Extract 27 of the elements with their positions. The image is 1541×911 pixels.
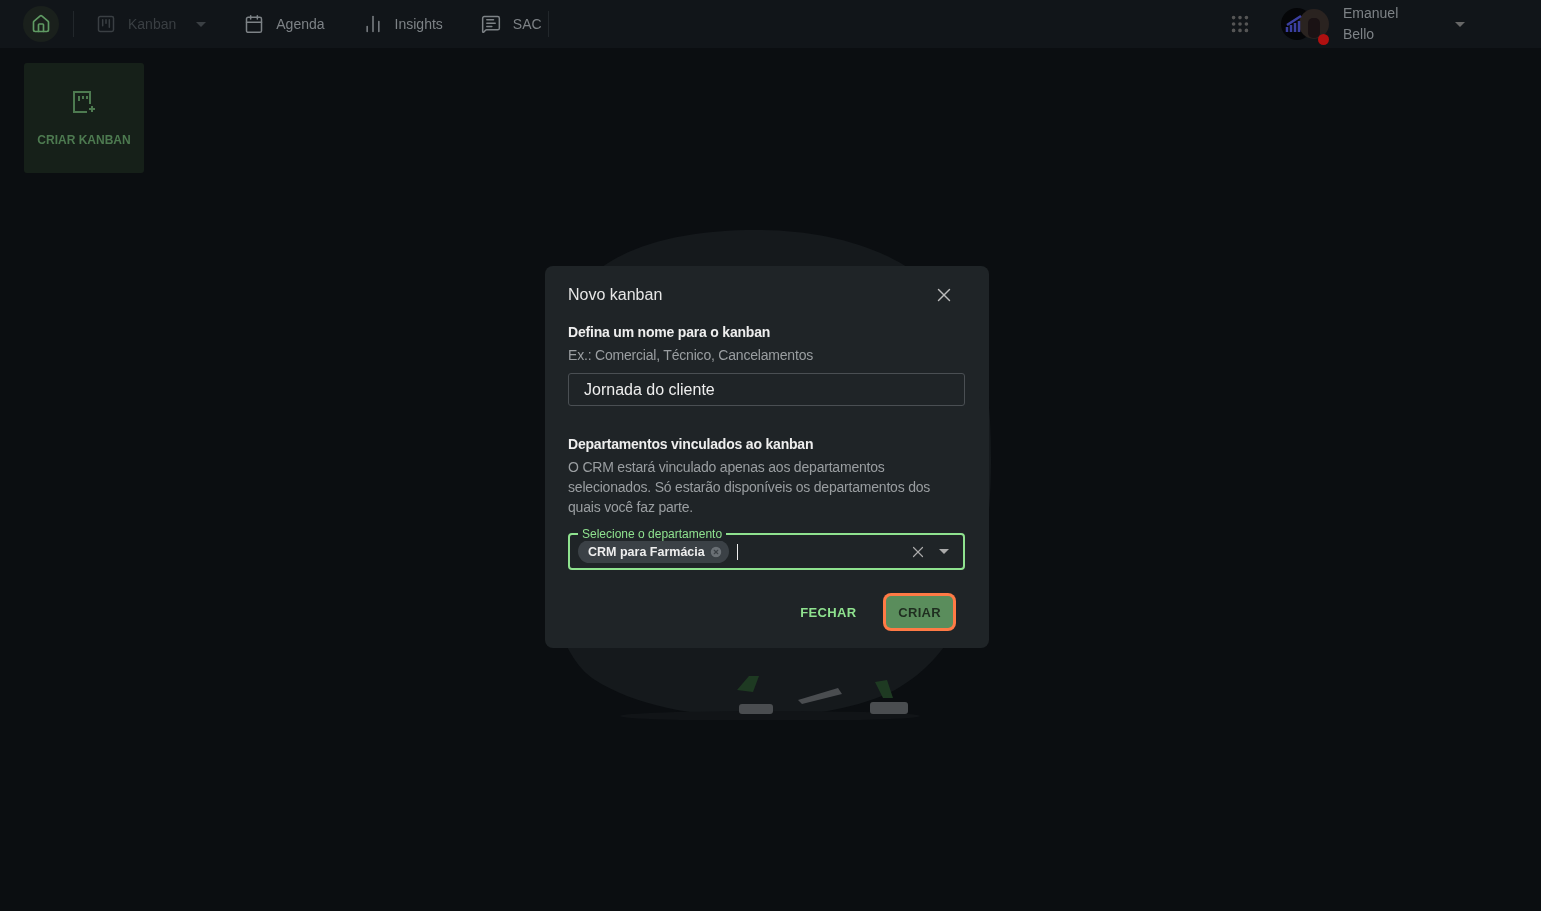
field-hint: Ex.: Comercial, Técnico, Cancelamentos — [568, 346, 815, 365]
close-text-button[interactable]: FECHAR — [788, 596, 869, 628]
nav-link[interactable]: Insights — [354, 6, 451, 42]
user-name[interactable]: Emanuel Bello — [1343, 3, 1433, 45]
avatar[interactable] — [1281, 8, 1329, 40]
department-chip[interactable]: CRM para Farmácia — [578, 540, 729, 563]
create-kanban-button[interactable]: CRIAR KANBAN — [24, 63, 144, 173]
home-button[interactable] — [23, 6, 59, 42]
field-description: O CRM estará vinculado apenas aos departamentos selecionados. Só estarão disponíveis os departamentos dos quais você faz parte. — [568, 458, 932, 517]
status-dot — [1318, 34, 1329, 45]
kanban-plus-icon — [71, 89, 97, 115]
select-label: Selecione o departamento — [578, 527, 727, 541]
name-input-field[interactable]: Jornada do cliente — [568, 373, 965, 406]
message-icon — [480, 14, 501, 34]
calendar-icon — [244, 14, 265, 34]
field-label: Defina um nome para o kanban — [568, 324, 772, 340]
apps-grid-icon[interactable] — [1229, 13, 1251, 35]
nav-link[interactable]: SAC — [472, 6, 550, 42]
caret-icon[interactable] — [1455, 21, 1465, 27]
text-cursor — [736, 543, 738, 560]
field-label: Departamentos vinculados ao kanban — [568, 436, 815, 452]
dialog-title: Novo kanban — [568, 286, 663, 304]
create-button[interactable]: CRIAR — [886, 596, 953, 628]
home-icon — [31, 14, 51, 34]
nav-link[interactable]: Agenda — [236, 6, 333, 42]
caret-icon[interactable] — [939, 549, 949, 554]
kanban-icon — [96, 14, 116, 34]
